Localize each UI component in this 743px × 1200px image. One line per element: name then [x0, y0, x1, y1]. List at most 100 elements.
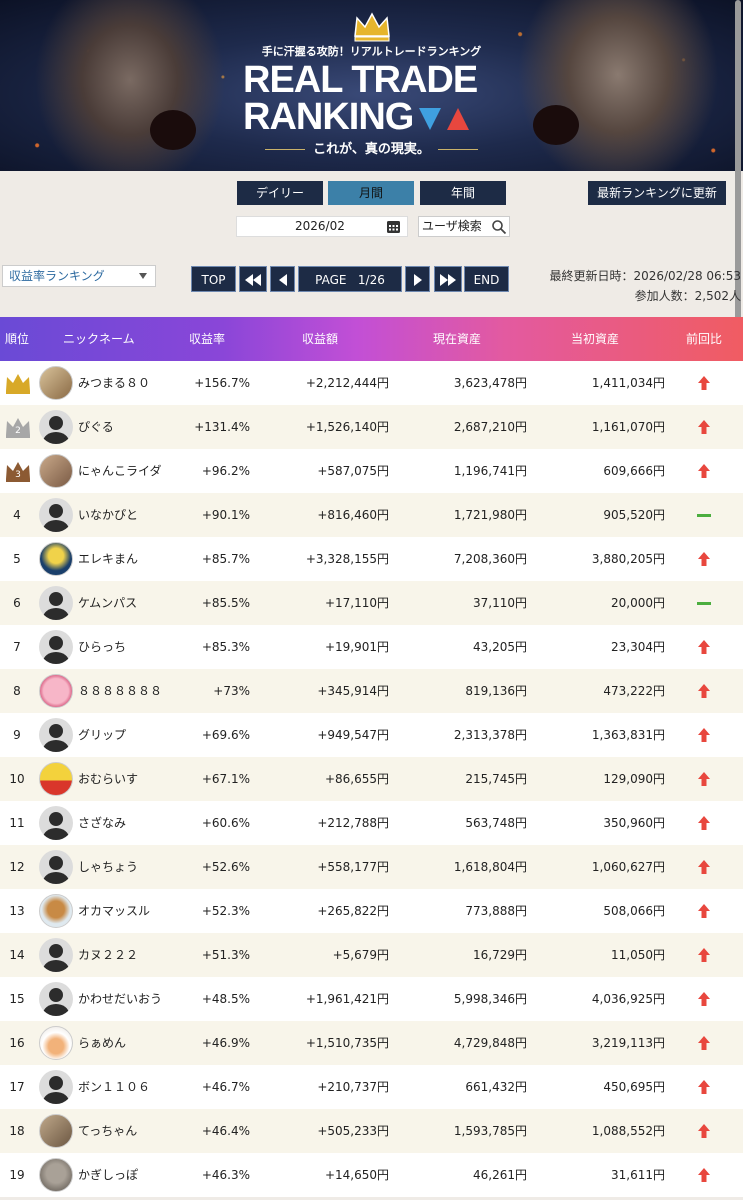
page-end-button[interactable]: END — [464, 266, 509, 292]
user-avatar[interactable] — [39, 1114, 73, 1148]
page-value: 1/26 — [357, 273, 385, 287]
nickname-link[interactable]: かぎしっぽ — [78, 1153, 138, 1197]
initial-assets: 1,363,831円 — [591, 728, 665, 742]
participant-count-text: 参加人数：2,502人 — [634, 289, 741, 303]
table-row[interactable]: 9 グリップ +69.6% +949,547円 2,313,378円 1,363,831円 — [0, 713, 743, 757]
page-top-button[interactable]: TOP — [191, 266, 236, 292]
nickname-link[interactable]: てっちゃん — [78, 1109, 137, 1153]
initial-assets: 450,695円 — [603, 1080, 665, 1094]
table-row[interactable]: 15 かわせだいおう +48.5% +1,961,421円 5,998,346円 4,03… — [0, 977, 743, 1021]
user-avatar[interactable] — [39, 762, 73, 796]
table-row[interactable]: 5 エレキまん +85.7% +3,328,155円 7,208,360円 3,880,2… — [0, 537, 743, 581]
table-row[interactable]: 16 らぁめん +46.9% +1,510,735円 4,729,848円 3,219,1… — [0, 1021, 743, 1065]
page-prev-button[interactable] — [270, 266, 295, 292]
initial-assets: 3,880,205円 — [591, 552, 665, 566]
default-avatar-icon[interactable] — [39, 1070, 73, 1104]
profit-amount: +949,547円 — [317, 728, 389, 742]
user-avatar[interactable] — [39, 674, 73, 708]
nickname-link[interactable]: ケムンパス — [78, 581, 137, 625]
return-rate: +52.6% — [201, 860, 250, 874]
table-row[interactable]: 10 おむらいす +67.1% +86,655円 215,745円 129,090円 — [0, 757, 743, 801]
initial-assets: 129,090円 — [603, 772, 665, 786]
user-avatar[interactable] — [39, 1026, 73, 1060]
return-rate: +69.6% — [201, 728, 250, 742]
nickname-link[interactable]: オカマッスル — [78, 889, 150, 933]
table-row[interactable]: 7 ひらっち +85.3% +19,901円 43,205円 23,304円 — [0, 625, 743, 669]
nickname-link[interactable]: ８８８８８８８ — [78, 669, 162, 713]
refresh-ranking-button[interactable]: 最新ランキングに更新 — [588, 181, 726, 205]
initial-assets: 609,666円 — [603, 464, 665, 478]
header-nickname: ニックネーム — [63, 332, 135, 346]
nickname-link[interactable]: にゃんこライダ — [78, 449, 162, 493]
nickname-link[interactable]: おむらいす — [78, 757, 138, 801]
default-avatar-icon[interactable] — [39, 982, 73, 1016]
table-row[interactable]: 12 しゃちょう +52.6% +558,177円 1,618,804円 1,060,62… — [0, 845, 743, 889]
table-row[interactable]: 19 かぎしっぽ +46.3% +14,650円 46,261円 31,611円 — [0, 1153, 743, 1197]
user-avatar[interactable] — [39, 454, 73, 488]
table-row[interactable]: 17 ボン１１０６ +46.7% +210,737円 661,432円 450,695円 — [0, 1065, 743, 1109]
default-avatar-icon[interactable] — [39, 630, 73, 664]
nickname-link[interactable]: ボン１１０６ — [78, 1065, 150, 1109]
table-row[interactable]: みつまる８０ +156.7% +2,212,444円 3,623,478円 1,411,… — [0, 361, 743, 405]
rank-number: 15 — [9, 992, 25, 1006]
user-avatar[interactable] — [39, 894, 73, 928]
nickname-link[interactable]: さざなみ — [78, 801, 126, 845]
profit-amount: +265,822円 — [317, 904, 389, 918]
profit-amount: +14,650円 — [324, 1168, 389, 1182]
nickname-link[interactable]: エレキまん — [78, 537, 138, 581]
table-row[interactable]: 14 カヌ２２２ +51.3% +5,679円 16,729円 11,050円 — [0, 933, 743, 977]
tab-yearly[interactable]: 年間 — [420, 181, 506, 205]
current-assets: 1,618,804円 — [453, 860, 527, 874]
nickname-link[interactable]: いなかぴと — [78, 493, 138, 537]
initial-assets: 473,222円 — [603, 684, 665, 698]
return-rate: +46.4% — [201, 1124, 250, 1138]
calendar-icon[interactable] — [386, 219, 401, 234]
default-avatar-icon[interactable] — [39, 586, 73, 620]
table-row[interactable]: 11 さざなみ +60.6% +212,788円 563,748円 350,960円 — [0, 801, 743, 845]
table-row[interactable]: 4 いなかぴと +90.1% +816,460円 1,721,980円 905,520円 — [0, 493, 743, 537]
return-rate: +73% — [213, 684, 250, 698]
user-avatar[interactable] — [39, 366, 73, 400]
page-fast-back-button[interactable] — [239, 266, 267, 292]
default-avatar-icon[interactable] — [39, 718, 73, 752]
nickname-link[interactable]: グリップ — [78, 713, 126, 757]
page-fast-forward-button[interactable] — [434, 266, 462, 292]
tab-monthly[interactable]: 月間 — [328, 181, 414, 205]
nickname-link[interactable]: らぁめん — [78, 1021, 126, 1065]
default-avatar-icon[interactable] — [39, 806, 73, 840]
default-avatar-icon[interactable] — [39, 850, 73, 884]
tab-daily[interactable]: デイリー — [237, 181, 323, 205]
table-row[interactable]: 8 ８８８８８８８ +73% +345,914円 819,136円 473,222円 — [0, 669, 743, 713]
rank-number: 6 — [13, 596, 21, 610]
month-picker-input[interactable]: 2026/02 — [236, 216, 408, 237]
user-avatar[interactable] — [39, 1158, 73, 1192]
nickname-link[interactable]: みつまる８０ — [78, 361, 150, 405]
current-assets: 37,110円 — [473, 596, 527, 610]
header-rank: 順位 — [5, 332, 30, 346]
table-row[interactable]: 6 ケムンパス +85.5% +17,110円 37,110円 20,000円 — [0, 581, 743, 625]
page-next-button[interactable] — [405, 266, 430, 292]
current-assets: 215,745円 — [465, 772, 527, 786]
nickname-link[interactable]: ひらっち — [78, 625, 126, 669]
search-icon[interactable] — [491, 219, 507, 235]
table-row[interactable]: 18 てっちゃん +46.4% +505,233円 1,593,785円 1,088,55… — [0, 1109, 743, 1153]
table-row[interactable]: 13 オカマッスル +52.3% +265,822円 773,888円 508,066円 — [0, 889, 743, 933]
trend-up-arrow-icon — [698, 816, 710, 830]
crown-icon — [354, 12, 390, 42]
nickname-link[interactable]: ぴぐる — [78, 405, 114, 449]
nickname-link[interactable]: カヌ２２２ — [78, 933, 138, 977]
default-avatar-icon[interactable] — [39, 498, 73, 532]
current-assets: 7,208,360円 — [453, 552, 527, 566]
nickname-link[interactable]: かわせだいおう — [78, 977, 162, 1021]
crown-medal-silver-icon: 2 — [6, 418, 30, 438]
user-avatar[interactable] — [39, 542, 73, 576]
default-avatar-icon[interactable] — [39, 410, 73, 444]
default-avatar-icon[interactable] — [39, 938, 73, 972]
header-return-rate: 収益率 — [189, 332, 226, 346]
table-row[interactable]: 2 ぴぐる +131.4% +1,526,140円 2,687,210円 1,161,07… — [0, 405, 743, 449]
table-row[interactable]: 3 にゃんこライダ +96.2% +587,075円 1,196,741円 609,666… — [0, 449, 743, 493]
header-current-assets: 現在資産 — [433, 332, 482, 346]
ranking-type-select[interactable]: 収益率ランキング — [2, 265, 156, 287]
profit-amount: +505,233円 — [317, 1124, 389, 1138]
nickname-link[interactable]: しゃちょう — [78, 845, 138, 889]
